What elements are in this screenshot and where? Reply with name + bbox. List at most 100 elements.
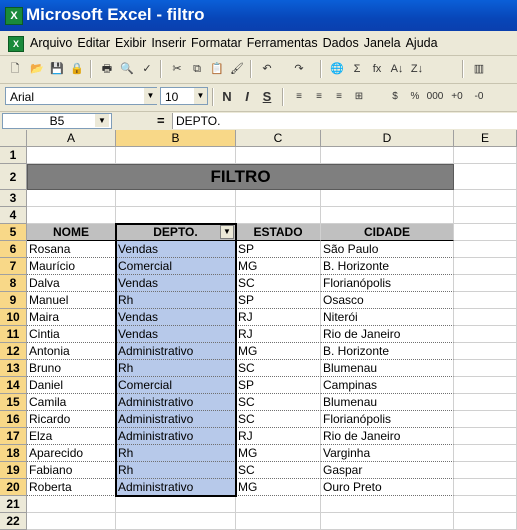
cell-c3[interactable] — [236, 190, 321, 207]
cell-e6[interactable] — [454, 241, 517, 258]
data-cell-c8[interactable]: SC — [236, 275, 321, 292]
data-cell-a20[interactable]: Roberta — [27, 479, 116, 496]
row-header-13[interactable]: 13 — [0, 360, 27, 377]
hyperlink-icon[interactable]: 🌐 — [328, 60, 346, 78]
cell-e22[interactable] — [454, 513, 517, 530]
cell-e18[interactable] — [454, 445, 517, 462]
cell-c4[interactable] — [236, 207, 321, 224]
data-cell-c7[interactable]: MG — [236, 258, 321, 275]
cell-c22[interactable] — [236, 513, 321, 530]
menu-exibir[interactable]: Exibir — [115, 36, 146, 50]
italic-button[interactable]: I — [238, 88, 256, 106]
sort-ascending-icon[interactable]: A↓ — [388, 60, 406, 78]
data-cell-b8[interactable]: Vendas — [116, 275, 236, 292]
save-icon[interactable]: 💾 — [48, 60, 66, 78]
autosum-icon[interactable]: Σ — [348, 60, 366, 78]
cell-b1[interactable] — [116, 147, 236, 164]
data-cell-c16[interactable]: SC — [236, 411, 321, 428]
header-cell-c[interactable]: ESTADO — [236, 224, 321, 241]
row-header-19[interactable]: 19 — [0, 462, 27, 479]
data-cell-c11[interactable]: RJ — [236, 326, 321, 343]
cell-e2[interactable] — [454, 164, 517, 190]
cell-e17[interactable] — [454, 428, 517, 445]
row-header-20[interactable]: 20 — [0, 479, 27, 496]
data-cell-c14[interactable]: SP — [236, 377, 321, 394]
data-cell-b9[interactable]: Rh — [116, 292, 236, 309]
cell-a21[interactable] — [27, 496, 116, 513]
cell-d21[interactable] — [321, 496, 454, 513]
cell-b3[interactable] — [116, 190, 236, 207]
data-cell-c17[interactable]: RJ — [236, 428, 321, 445]
row-header-10[interactable]: 10 — [0, 309, 27, 326]
cut-icon[interactable]: ✂ — [168, 60, 186, 78]
font-name-box[interactable]: Arial — [5, 87, 157, 105]
cell-e16[interactable] — [454, 411, 517, 428]
data-cell-b20[interactable]: Administrativo — [116, 479, 236, 496]
data-cell-b14[interactable]: Comercial — [116, 377, 236, 394]
row-header-16[interactable]: 16 — [0, 411, 27, 428]
cell-b4[interactable] — [116, 207, 236, 224]
data-cell-c13[interactable]: SC — [236, 360, 321, 377]
row-header-15[interactable]: 15 — [0, 394, 27, 411]
row-header-8[interactable]: 8 — [0, 275, 27, 292]
data-cell-a10[interactable]: Maira — [27, 309, 116, 326]
row-header-6[interactable]: 6 — [0, 241, 27, 258]
format-painter-icon[interactable]: 🖌 — [228, 60, 246, 78]
row-header-1[interactable]: 1 — [0, 147, 27, 164]
data-cell-d14[interactable]: Campinas — [321, 377, 454, 394]
data-cell-c10[interactable]: RJ — [236, 309, 321, 326]
row-header-2[interactable]: 2 — [0, 164, 27, 190]
increase-decimal-icon[interactable]: +0 — [448, 88, 466, 106]
row-header-7[interactable]: 7 — [0, 258, 27, 275]
data-cell-b15[interactable]: Administrativo — [116, 394, 236, 411]
bold-button[interactable]: N — [218, 88, 236, 106]
data-cell-d20[interactable]: Ouro Preto — [321, 479, 454, 496]
data-cell-a11[interactable]: Cintia — [27, 326, 116, 343]
data-cell-a6[interactable]: Rosana — [27, 241, 116, 258]
cell-d4[interactable] — [321, 207, 454, 224]
data-cell-c18[interactable]: MG — [236, 445, 321, 462]
menu-ajuda[interactable]: Ajuda — [406, 36, 438, 50]
data-cell-d6[interactable]: São Paulo — [321, 241, 454, 258]
formula-equals-icon[interactable]: = — [157, 113, 165, 128]
data-cell-a16[interactable]: Ricardo — [27, 411, 116, 428]
data-cell-d8[interactable]: Florianópolis — [321, 275, 454, 292]
font-dropdown-icon[interactable]: ▼ — [144, 88, 157, 104]
row-header-3[interactable]: 3 — [0, 190, 27, 207]
name-box-dropdown-icon[interactable]: ▼ — [95, 114, 109, 127]
row-header-21[interactable]: 21 — [0, 496, 27, 513]
cell-a1[interactable] — [27, 147, 116, 164]
cell-d22[interactable] — [321, 513, 454, 530]
data-cell-a9[interactable]: Manuel — [27, 292, 116, 309]
undo-icon[interactable]: ↶ — [258, 60, 276, 78]
row-header-14[interactable]: 14 — [0, 377, 27, 394]
menu-dados[interactable]: Dados — [323, 36, 359, 50]
cell-e13[interactable] — [454, 360, 517, 377]
data-cell-c12[interactable]: MG — [236, 343, 321, 360]
cell-e4[interactable] — [454, 207, 517, 224]
new-icon[interactable]: 🗋 — [6, 60, 24, 78]
data-cell-c19[interactable]: SC — [236, 462, 321, 479]
data-cell-c20[interactable]: MG — [236, 479, 321, 496]
data-cell-b18[interactable]: Rh — [116, 445, 236, 462]
cell-a22[interactable] — [27, 513, 116, 530]
cell-e10[interactable] — [454, 309, 517, 326]
cell-e1[interactable] — [454, 147, 517, 164]
cell-c1[interactable] — [236, 147, 321, 164]
data-cell-b19[interactable]: Rh — [116, 462, 236, 479]
copy-icon[interactable]: ⧉ — [188, 60, 206, 78]
worksheet-grid[interactable]: ABCDE 1 2 FILTRO 3 4 5 NOME DEPTO. ▼ ESTADO CIDADE… — [0, 130, 517, 530]
cell-e12[interactable] — [454, 343, 517, 360]
menu-ferramentas[interactable]: Ferramentas — [247, 36, 318, 50]
row-header-22[interactable]: 22 — [0, 513, 27, 530]
data-cell-a8[interactable]: Dalva — [27, 275, 116, 292]
sort-descending-icon[interactable]: Z↓ — [408, 60, 426, 78]
merge-center-icon[interactable]: ⊞ — [350, 88, 368, 106]
workbook-icon[interactable]: X — [8, 36, 24, 52]
data-cell-a14[interactable]: Daniel — [27, 377, 116, 394]
decrease-decimal-icon[interactable]: -0 — [470, 88, 488, 106]
column-header-e[interactable]: E — [454, 130, 517, 146]
cell-e14[interactable] — [454, 377, 517, 394]
row-header-5[interactable]: 5 — [0, 224, 27, 241]
data-cell-d10[interactable]: Niterói — [321, 309, 454, 326]
